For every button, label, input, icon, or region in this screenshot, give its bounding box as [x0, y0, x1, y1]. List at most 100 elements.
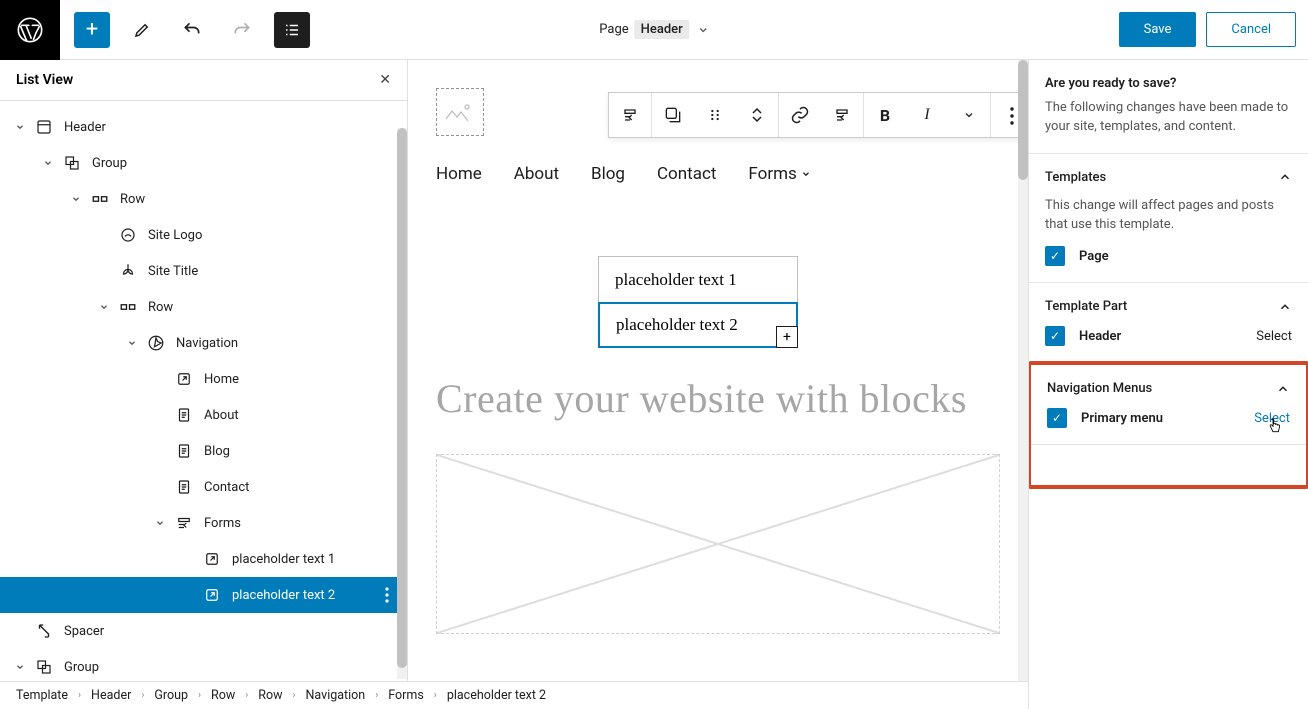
add-block-button[interactable]: + [74, 12, 110, 48]
breadcrumb-item[interactable]: Template [16, 688, 68, 703]
header-checkbox[interactable]: ✓ [1045, 326, 1065, 346]
submenu-item-2[interactable]: placeholder text 2 [598, 302, 798, 348]
list-item[interactable]: Spacer [0, 613, 407, 649]
bold-button[interactable]: B [864, 92, 906, 138]
templates-desc: This change will affect pages and posts … [1045, 197, 1292, 235]
italic-button[interactable]: I [906, 92, 948, 138]
breadcrumb-item[interactable]: Navigation [306, 688, 366, 703]
nav-item-home[interactable]: Home [436, 164, 482, 184]
templates-heading: Templates [1045, 170, 1106, 185]
nav-item-forms[interactable]: Forms [748, 164, 810, 184]
list-item[interactable]: Group [0, 145, 407, 181]
add-item-button[interactable]: + [776, 326, 798, 348]
breadcrumb-item[interactable]: Forms [388, 688, 424, 703]
block-type-icon[interactable] [609, 92, 651, 138]
move-updown[interactable] [736, 92, 778, 138]
list-item[interactable]: Group [0, 649, 407, 681]
breadcrumb-item[interactable]: Row [211, 688, 235, 703]
undo-button[interactable] [174, 12, 210, 48]
save-prompt-heading: Are you ready to save? [1045, 76, 1292, 91]
group-icon [60, 154, 84, 172]
redo-button[interactable] [224, 12, 260, 48]
canvas-scrollbar-thumb[interactable] [1018, 60, 1028, 180]
submenu-icon[interactable] [821, 92, 863, 138]
list-item-label: Site Title [148, 264, 198, 279]
breadcrumb-item[interactable]: Group [154, 688, 188, 703]
list-item[interactable]: Navigation [0, 325, 407, 361]
close-icon[interactable]: ✕ [379, 72, 391, 88]
cancel-button[interactable]: Cancel [1206, 12, 1296, 47]
listview-toggle[interactable] [274, 12, 310, 48]
list-item-label: Site Logo [148, 228, 202, 243]
list-item[interactable]: Blog [0, 433, 407, 469]
image-placeholder[interactable] [436, 454, 1000, 634]
submenu-item-1[interactable]: placeholder text 1 [599, 257, 797, 303]
row-icon [116, 298, 140, 316]
save-button[interactable]: Save [1119, 12, 1197, 47]
save-prompt-section: Are you ready to save? The following cha… [1029, 60, 1308, 154]
list-view-title: List View [16, 72, 73, 88]
templates-header[interactable]: Templates [1045, 170, 1292, 185]
page-title: Create your website with blocks [436, 374, 1000, 424]
list-item[interactable]: Forms [0, 505, 407, 541]
breadcrumb-item[interactable]: placeholder text 2 [447, 688, 546, 703]
list-item[interactable]: About [0, 397, 407, 433]
sitelogo-icon [116, 226, 140, 244]
more-format-icon[interactable] [948, 92, 990, 138]
list-item[interactable]: placeholder text 2 [0, 577, 407, 613]
list-item-label: Group [92, 156, 127, 171]
list-item[interactable]: Site Logo [0, 217, 407, 253]
list-item[interactable]: placeholder text 1 [0, 541, 407, 577]
header-select-link[interactable]: Select [1256, 329, 1292, 344]
header-checkbox-label: Header [1079, 329, 1121, 344]
breadcrumb: Template›Header›Group›Row›Row›Navigation… [0, 681, 1028, 709]
list-item[interactable]: Home [0, 361, 407, 397]
scrollbar-thumb[interactable] [397, 128, 407, 668]
page-checkbox-label: Page [1079, 249, 1109, 264]
sitetitle-icon [116, 262, 140, 280]
templates-section: Templates This change will affect pages … [1029, 154, 1308, 284]
parent-select-icon[interactable] [652, 92, 694, 138]
list-item-label: Contact [204, 480, 249, 495]
nav-menus-header[interactable]: Navigation Menus [1047, 381, 1290, 396]
top-actions: Save Cancel [1119, 12, 1296, 47]
link-icon[interactable] [779, 92, 821, 138]
list-item-label: Home [204, 372, 239, 387]
template-part-header[interactable]: Template Part [1045, 299, 1292, 314]
chevron-up-icon [1276, 382, 1290, 396]
nav-item-contact[interactable]: Contact [657, 164, 716, 184]
cursor-pointer-icon [1267, 418, 1283, 436]
row-icon [88, 190, 112, 208]
editor-canvas: B I Home About Blog Contact Forms placeh… [408, 60, 1028, 681]
header-checkbox-row: ✓ Header Select [1045, 326, 1292, 346]
breadcrumb-item[interactable]: Header [91, 688, 131, 703]
primary-menu-row: ✓ Primary menu Select [1047, 408, 1290, 428]
drag-handle-icon[interactable] [694, 92, 736, 138]
list-item[interactable]: Row [0, 181, 407, 217]
list-view-header: List View ✕ [0, 60, 407, 101]
primary-menu-checkbox[interactable]: ✓ [1047, 408, 1067, 428]
navigation-menus-highlight: Navigation Menus ✓ Primary menu Select [1028, 361, 1308, 489]
template-part-heading: Template Part [1045, 299, 1127, 314]
nav-menus-heading: Navigation Menus [1047, 381, 1152, 396]
list-item[interactable]: Row [0, 289, 407, 325]
edit-icon[interactable] [124, 12, 160, 48]
site-logo-placeholder[interactable] [436, 88, 484, 136]
breadcrumb-item[interactable]: Row [258, 688, 282, 703]
more-icon[interactable] [385, 587, 389, 603]
page-checkbox[interactable]: ✓ [1045, 246, 1065, 266]
document-title[interactable]: Page Header [599, 20, 709, 39]
list-item[interactable]: Contact [0, 469, 407, 505]
list-item-label: Row [148, 300, 173, 315]
doc-title-tag: Header [635, 20, 689, 39]
chevron-down-icon [697, 24, 709, 36]
nav-item-about[interactable]: About [514, 164, 559, 184]
list-item-label: Group [64, 660, 99, 675]
linkout-icon [172, 370, 196, 388]
page-icon [172, 478, 196, 496]
wordpress-logo[interactable] [0, 0, 60, 60]
list-item[interactable]: Header [0, 109, 407, 145]
list-item[interactable]: Site Title [0, 253, 407, 289]
list-item-label: Spacer [64, 624, 104, 639]
nav-item-blog[interactable]: Blog [591, 164, 625, 184]
